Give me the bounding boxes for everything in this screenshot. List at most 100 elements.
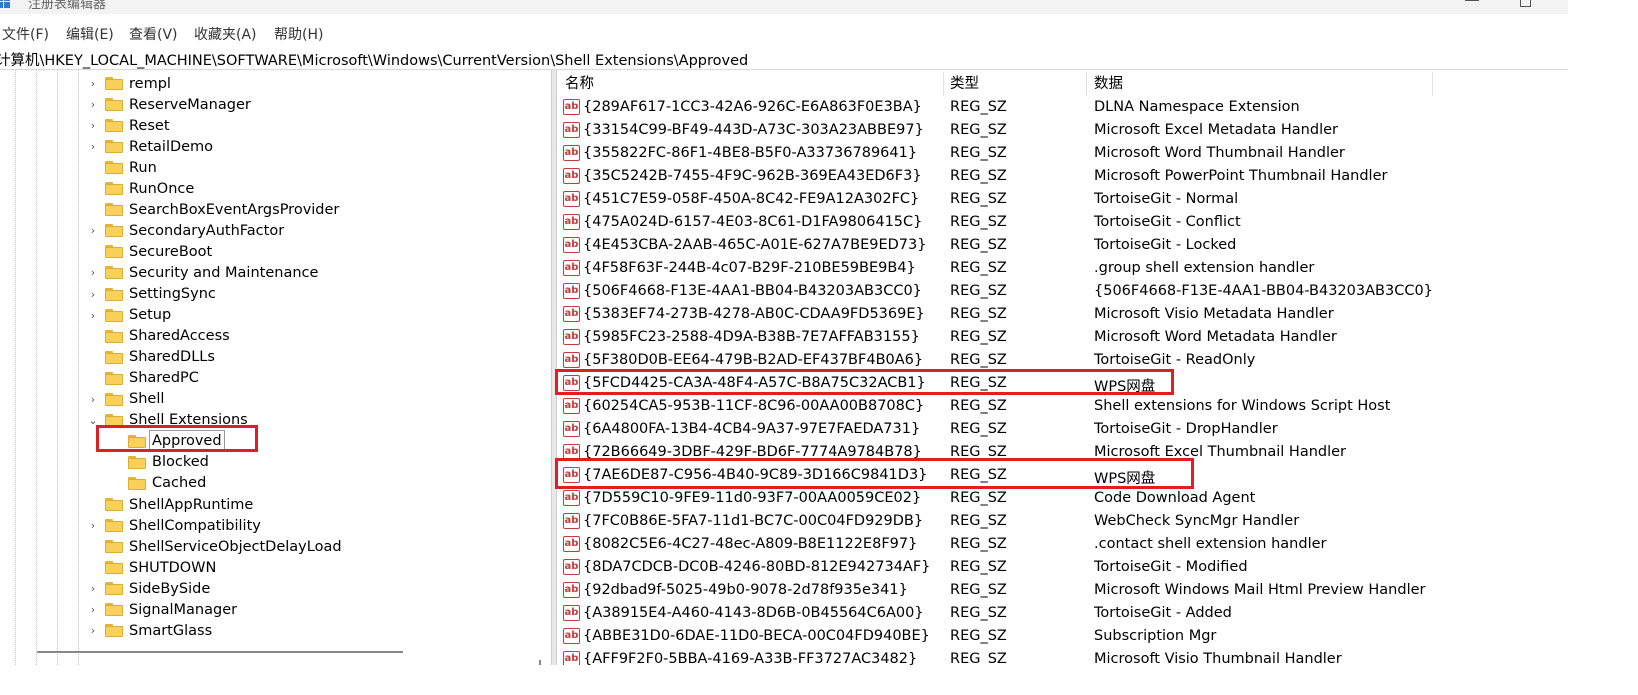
tree-item[interactable]: SecureBoot [87, 241, 214, 262]
tree-item[interactable]: › RetailDemo [87, 136, 215, 157]
folder-icon [105, 98, 123, 112]
tree-item[interactable]: › ShellCompatibility [87, 515, 263, 536]
tree-item[interactable]: › Setup [87, 305, 173, 326]
tree-item[interactable]: › SmartGlass [87, 620, 214, 641]
value-type: REG_SZ [950, 237, 1007, 254]
chevron-right-icon[interactable]: › [87, 624, 99, 637]
chevron-right-icon[interactable]: › [87, 77, 99, 90]
chevron-right-icon[interactable]: › [87, 224, 99, 237]
value-row[interactable]: ab {5F380D0B-EE64-479B-B2AD-EF437BF4B0A6}… [557, 350, 1568, 373]
tree-item[interactable]: › SettingSync [87, 284, 218, 305]
value-data: TortoiseGit - Modified [1094, 559, 1248, 576]
value-type: REG_SZ [950, 283, 1007, 300]
column-header-data[interactable]: 数据 [1094, 70, 1123, 97]
address-path[interactable]: 计算机\HKEY_LOCAL_MACHINE\SOFTWARE\Microsof… [0, 49, 748, 70]
tree-item-label: ReserveManager [129, 96, 251, 113]
chevron-right-icon[interactable]: › [87, 393, 99, 406]
tree-item[interactable]: RunOnce [87, 178, 196, 199]
value-row[interactable]: ab {60254CA5-953B-11CF-8C96-00AA00B8708C}… [557, 396, 1568, 419]
menu-help[interactable]: 帮助(H) [274, 24, 323, 44]
menu-favorites[interactable]: 收藏夹(A) [194, 24, 257, 44]
tree-item[interactable]: SharedDLLs [87, 347, 217, 368]
tree-item[interactable]: › Shell [87, 389, 166, 410]
menu-edit[interactable]: 编辑(E) [66, 24, 114, 44]
value-row[interactable]: ab {355822FC-86F1-4BE8-B5F0-A33736789641}… [557, 143, 1568, 166]
chevron-right-icon[interactable]: › [87, 603, 99, 616]
folder-icon [105, 266, 123, 280]
value-row[interactable]: ab {289AF617-1CC3-42A6-926C-E6A863F0E3BA}… [557, 97, 1568, 120]
chevron-right-icon[interactable]: › [87, 98, 99, 111]
chevron-right-icon[interactable]: › [87, 309, 99, 322]
tree-item[interactable]: Run [87, 157, 159, 178]
chevron-right-icon[interactable]: › [87, 266, 99, 279]
tree-horizontal-scrollbar[interactable] [37, 651, 403, 653]
key-tree[interactable]: › rempl › ReserveManager › Reset › RetailDemo Ru… [0, 70, 551, 665]
tree-item[interactable]: › Security and Maintenance [87, 262, 320, 283]
folder-icon [105, 161, 123, 175]
column-header-type[interactable]: 类型 [950, 70, 979, 97]
value-row[interactable]: ab {5383EF74-273B-4278-AB0C-CDAA9FD5369E}… [557, 304, 1568, 327]
tree-item[interactable]: ⌄ Shell Extensions [87, 410, 250, 431]
tree-item-label: SecondaryAuthFactor [129, 222, 285, 239]
value-row[interactable]: ab {475A024D-6157-4E03-8C61-D1FA9806415C}… [557, 212, 1568, 235]
tree-item[interactable]: Approved [110, 430, 225, 453]
value-row[interactable]: ab {8DA7CDCB-DC0B-4246-80BD-812E942734AF}… [557, 557, 1568, 580]
value-row[interactable]: ab {A38915E4-A460-4143-8D6B-0B45564C6A00}… [557, 603, 1568, 626]
value-row[interactable]: ab {4F58F63F-244B-4c07-B29F-210BE59BE9B4}… [557, 258, 1568, 281]
column-header-name[interactable]: 名称 [565, 70, 594, 97]
value-row[interactable]: ab {5FCD4425-CA3A-48F4-A57C-B8A75C32ACB1}… [557, 373, 1568, 396]
chevron-right-icon[interactable]: › [87, 582, 99, 595]
menu-view[interactable]: 查看(V) [129, 24, 178, 44]
value-row[interactable]: ab {33154C99-BF49-443D-A73C-303A23ABBE97}… [557, 120, 1568, 143]
chevron-right-icon[interactable]: › [87, 119, 99, 132]
chevron-right-icon[interactable]: › [87, 519, 99, 532]
string-value-icon: ab [563, 214, 580, 231]
value-row[interactable]: ab {72B66649-3DBF-429F-BD6F-7774A9784B78}… [557, 442, 1568, 465]
tree-item[interactable]: ShellAppRuntime [87, 494, 255, 515]
tree-item[interactable]: › rempl [87, 73, 173, 94]
folder-icon [105, 624, 123, 638]
value-row[interactable]: ab {92dbad9f-5025-49b0-9078-2d78f935e341}… [557, 580, 1568, 603]
tree-item[interactable]: SharedAccess [87, 326, 232, 347]
tree-item[interactable]: SharedPC [87, 368, 201, 389]
value-data: WPS网盘 [1094, 471, 1156, 488]
chevron-right-icon[interactable]: › [87, 140, 99, 153]
tree-item[interactable]: › SideBySide [87, 578, 212, 599]
value-type: REG_SZ [950, 329, 1007, 346]
value-row[interactable]: ab {6A4800FA-13B4-4CB4-9A37-97E7FAEDA731}… [557, 419, 1568, 442]
value-row[interactable]: ab {451C7E59-058F-450A-8C42-FE9A12A302FC}… [557, 189, 1568, 212]
value-row[interactable]: ab {506F4668-F13E-4AA1-BB04-B43203AB3CC0}… [557, 281, 1568, 304]
value-row[interactable]: ab {35C5242B-7455-4F9C-962B-369EA43ED6F3}… [557, 166, 1568, 189]
tree-item[interactable]: › SecondaryAuthFactor [87, 220, 286, 241]
tree-item-label: Security and Maintenance [129, 264, 319, 281]
folder-icon [128, 476, 146, 490]
address-bar[interactable]: 计算机\HKEY_LOCAL_MACHINE\SOFTWARE\Microsof… [0, 46, 1568, 70]
tree-item[interactable]: Blocked [110, 452, 211, 473]
tree-item[interactable]: SearchBoxEventArgsProvider [87, 199, 341, 220]
folder-icon [105, 413, 123, 427]
tree-item-label: SignalManager [129, 601, 238, 618]
value-row[interactable]: ab {8082C5E6-4C27-48ec-A809-B8E1122E8F97}… [557, 534, 1568, 557]
tree-vertical-scrollbar[interactable] [539, 660, 541, 665]
chevron-right-icon[interactable]: › [87, 288, 99, 301]
value-row[interactable]: ab {ABBE31D0-6DAE-11D0-BECA-00C04FD940BE}… [557, 626, 1568, 649]
tree-item[interactable]: Cached [110, 473, 208, 494]
value-row[interactable]: ab {5985FC23-2588-4D9A-B38B-7E7AFFAB3155}… [557, 327, 1568, 350]
value-row[interactable]: ab {4E453CBA-2AAB-465C-A01E-627A7BE9ED73}… [557, 235, 1568, 258]
menu-file[interactable]: 文件(F) [2, 24, 49, 44]
tree-item[interactable]: ShellServiceObjectDelayLoad [87, 536, 344, 557]
tree-item[interactable]: › SignalManager [87, 599, 239, 620]
values-list: 名称 类型 数据 ab {289AF617-1CC3-42A6-926C-E6A8… [557, 70, 1568, 665]
tree-item[interactable]: › ReserveManager [87, 94, 253, 115]
value-row[interactable]: ab {7AE6DE87-C956-4B40-9C89-3D166C9841D3}… [557, 465, 1568, 488]
maximize-icon[interactable] [1520, 0, 1531, 7]
value-row[interactable]: ab {7D559C10-9FE9-11d0-93F7-00AA0059CE02}… [557, 488, 1568, 511]
value-type: REG_SZ [950, 99, 1007, 115]
tree-item[interactable]: SHUTDOWN [87, 557, 218, 578]
value-row[interactable]: ab {AFF9F2F0-5BBA-4169-A33B-FF3727AC3482}… [557, 649, 1568, 665]
chevron-down-icon[interactable]: ⌄ [87, 414, 99, 427]
tree-item[interactable]: › Reset [87, 115, 172, 136]
folder-icon [105, 140, 123, 154]
value-row[interactable]: ab {7FC0B86E-5FA7-11d1-BC7C-00C04FD929DB}… [557, 511, 1568, 534]
minimize-icon[interactable] [1465, 0, 1479, 1]
